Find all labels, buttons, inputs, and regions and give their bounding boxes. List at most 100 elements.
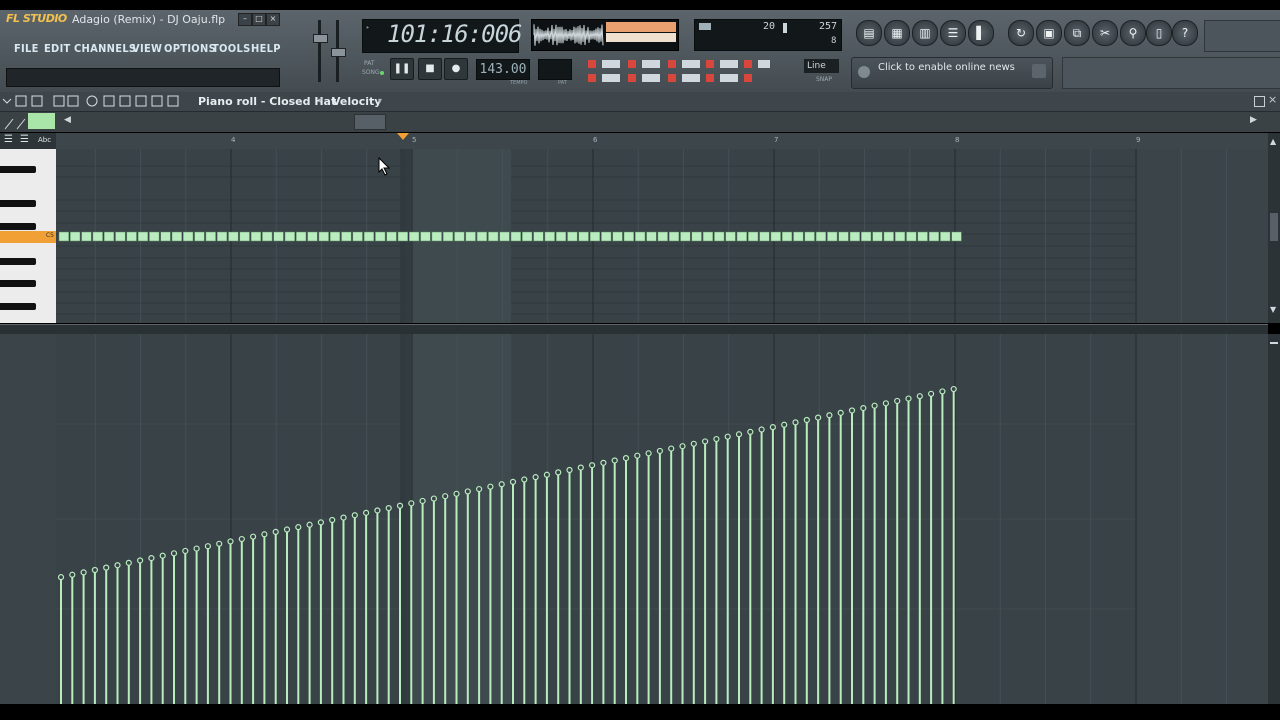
velocity-handle[interactable] <box>114 562 121 569</box>
velocity-handle[interactable] <box>272 528 279 536</box>
note[interactable] <box>510 231 521 242</box>
velocity-handle[interactable] <box>374 507 381 514</box>
menu-icon-b[interactable]: ☰ <box>20 134 29 145</box>
velocity-handle[interactable] <box>340 514 347 521</box>
snap-mode-selector[interactable]: Line <box>804 59 839 73</box>
velocity-handle[interactable] <box>396 502 404 509</box>
velocity-handle[interactable] <box>905 395 912 402</box>
velocity-zoom-icon[interactable] <box>1270 342 1278 344</box>
key-label-toggle[interactable]: Abc <box>38 136 51 144</box>
velocity-handle[interactable] <box>182 547 189 555</box>
velocity-handle[interactable] <box>532 474 539 481</box>
velocity-handle[interactable] <box>882 400 890 407</box>
velocity-canvas[interactable] <box>56 334 1268 704</box>
velocity-scrollbar[interactable] <box>1268 334 1280 704</box>
velocity-handle[interactable] <box>80 569 87 576</box>
undo-icon[interactable]: ↻ <box>1008 20 1034 46</box>
note-grid-canvas[interactable] <box>56 149 1268 323</box>
note[interactable] <box>58 231 69 242</box>
note[interactable] <box>420 231 431 242</box>
note[interactable] <box>454 231 465 242</box>
velocity-handle[interactable] <box>747 428 754 436</box>
velocity-handle[interactable] <box>950 385 957 393</box>
note[interactable] <box>465 231 476 242</box>
velocity-handle[interactable] <box>306 521 313 528</box>
velocity-handle[interactable] <box>701 438 709 445</box>
online-news-panel[interactable]: Click to enable online news <box>851 57 1053 89</box>
velocity-handle[interactable] <box>193 545 200 552</box>
note[interactable] <box>160 231 171 242</box>
pattern-selector[interactable] <box>538 59 572 80</box>
note[interactable] <box>612 231 623 242</box>
velocity-handle[interactable] <box>509 478 517 486</box>
note[interactable] <box>409 231 420 242</box>
note[interactable] <box>770 231 781 242</box>
velocity-handle[interactable] <box>453 490 460 497</box>
velocity-handle[interactable] <box>317 519 324 526</box>
velocity-handle[interactable] <box>916 393 923 400</box>
velocity-handle[interactable] <box>894 397 901 405</box>
note[interactable] <box>522 231 533 242</box>
scroll-right-icon[interactable]: ▶ <box>1250 115 1257 125</box>
note[interactable] <box>601 231 612 242</box>
velocity-handle[interactable] <box>498 481 505 488</box>
active-key[interactable]: C5 <box>0 231 56 243</box>
note[interactable] <box>872 231 883 242</box>
note[interactable] <box>137 231 149 242</box>
velocity-handle[interactable] <box>588 462 596 469</box>
save-icon[interactable]: ▣ <box>1036 20 1062 46</box>
cut-tools-icon[interactable]: ✂ <box>1092 20 1118 46</box>
note[interactable] <box>838 231 849 242</box>
velocity-handle[interactable] <box>555 469 562 476</box>
velocity-handle[interactable] <box>69 571 76 578</box>
velocity-handle[interactable] <box>250 533 257 540</box>
velocity-handle[interactable] <box>611 457 618 464</box>
velocity-handle[interactable] <box>848 407 856 414</box>
velocity-handle[interactable] <box>91 566 99 574</box>
detach-window-icon[interactable] <box>1254 96 1265 107</box>
song-position-display[interactable]: ▸ 101:16:006 <box>362 19 522 53</box>
master-volume-slider[interactable] <box>313 34 328 43</box>
note[interactable] <box>883 231 894 242</box>
velocity-handle[interactable] <box>204 543 211 550</box>
note[interactable] <box>262 231 273 242</box>
note[interactable] <box>205 231 216 242</box>
velocity-handle[interactable] <box>283 526 291 533</box>
velocity-handle[interactable] <box>871 402 878 409</box>
menu-tools[interactable]: TOOLS <box>212 42 251 55</box>
note[interactable] <box>623 231 634 242</box>
plugin-icon[interactable]: ⚲ <box>1120 20 1146 46</box>
note[interactable] <box>284 231 295 242</box>
velocity-handle[interactable] <box>679 443 686 450</box>
velocity-handle[interactable] <box>103 564 110 571</box>
note[interactable] <box>815 231 827 242</box>
velocity-handle[interactable] <box>543 471 550 478</box>
velocity-handle[interactable] <box>803 416 810 424</box>
velocity-handle[interactable] <box>464 488 471 495</box>
note-grid[interactable] <box>56 149 1268 323</box>
event-target-selector[interactable]: Velocity <box>332 95 381 108</box>
playlist-icon[interactable]: ▤ <box>856 20 882 46</box>
piano-roll-title[interactable]: Piano roll - Closed Hat <box>198 95 336 108</box>
note[interactable] <box>635 231 646 242</box>
stop-button[interactable]: ■ <box>418 58 442 80</box>
black-key[interactable] <box>0 280 36 287</box>
note[interactable] <box>906 231 917 242</box>
note[interactable] <box>849 231 860 242</box>
note[interactable] <box>499 231 510 242</box>
note[interactable] <box>273 231 284 242</box>
velocity-handle[interactable] <box>792 419 799 426</box>
help-icon[interactable]: ? <box>1172 20 1198 46</box>
note[interactable] <box>103 231 115 242</box>
note[interactable] <box>183 231 194 242</box>
piano-roll-icon[interactable]: ▥ <box>912 20 938 46</box>
velocity-handle[interactable] <box>442 493 449 500</box>
zoom-tool-icon[interactable] <box>4 115 14 130</box>
note[interactable] <box>92 231 103 242</box>
note[interactable] <box>397 231 408 242</box>
velocity-handle[interactable] <box>939 388 946 395</box>
scroll-down-icon[interactable]: ▼ <box>1270 305 1276 314</box>
pause-button[interactable]: ❚❚ <box>390 58 414 80</box>
velocity-handle[interactable] <box>927 390 935 397</box>
velocity-handle[interactable] <box>656 447 664 455</box>
